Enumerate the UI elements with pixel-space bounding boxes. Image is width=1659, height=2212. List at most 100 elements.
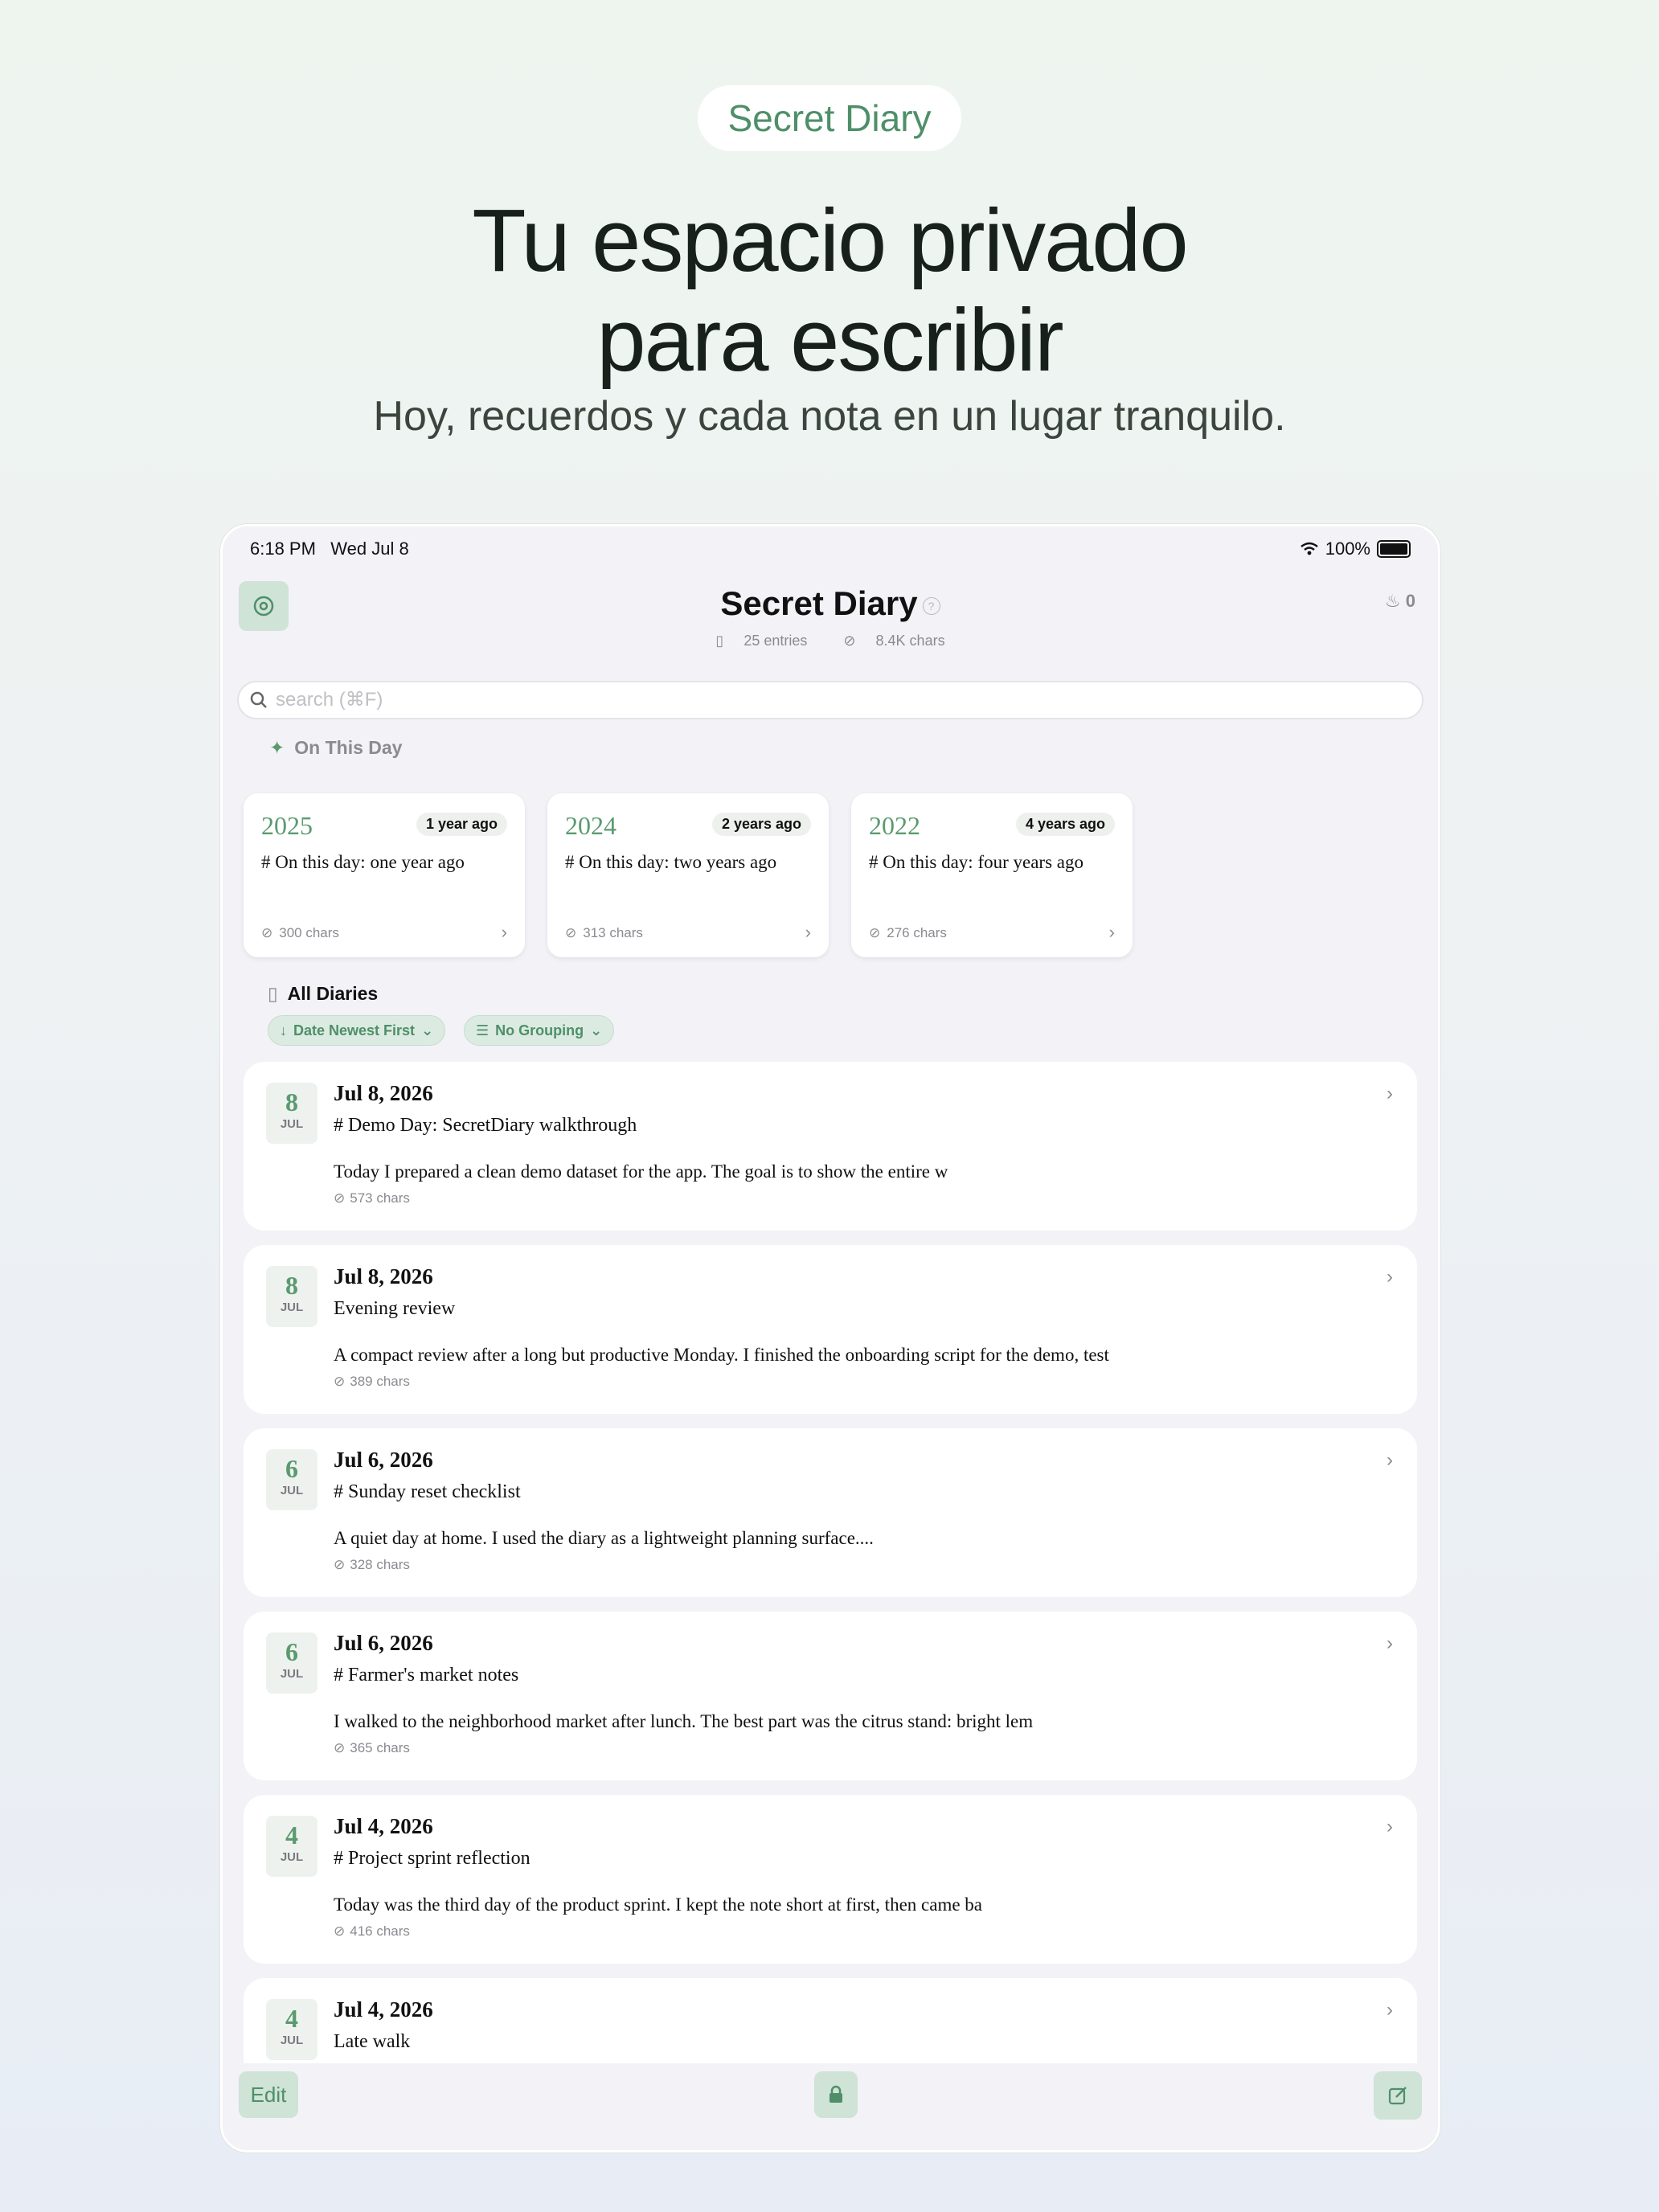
ipad-frame: 6:18 PM Wed Jul 8 100% Secret Diary? ▯ 2…	[220, 524, 1440, 2153]
entry-preview: A quiet day at home. I used the diary as…	[334, 1528, 874, 1548]
search-bar[interactable]	[237, 681, 1423, 719]
chevron-right-icon: ›	[1108, 922, 1115, 942]
status-date: Wed Jul 8	[330, 539, 409, 559]
otd-ago-badge: 2 years ago	[711, 813, 811, 836]
entry-card[interactable]: 6 JUL Jul 6, 2026 # Farmer's market notes…	[244, 1612, 1417, 1780]
chevron-right-icon: ›	[501, 922, 507, 942]
entry-title: # Sunday reset checklist	[334, 1481, 521, 1502]
chars-icon: ⊘	[843, 633, 856, 649]
entry-date: Jul 8, 2026	[334, 1264, 433, 1288]
nav-stats: ▯ 25 entries ⊘ 8.4K chars	[223, 633, 1438, 649]
otd-chars: ⊘ 276 chars	[869, 925, 947, 941]
help-icon[interactable]: ?	[922, 596, 940, 615]
all-diaries-label: All Diaries	[287, 983, 379, 1004]
on-this-day-card[interactable]: 2025 1 year ago # On this day: one year …	[244, 793, 525, 957]
entry-chars-text: 389 chars	[350, 1374, 410, 1389]
battery-icon	[1377, 540, 1411, 558]
chevron-down-icon: ⌄	[590, 1022, 603, 1038]
otd-title: # On this day: four years ago	[869, 852, 1083, 872]
list-icon: ☰	[476, 1022, 490, 1038]
date-badge: 4 JUL	[266, 1999, 317, 2060]
entry-title: Evening review	[334, 1298, 456, 1319]
otd-chars: ⊘ 313 chars	[565, 925, 643, 941]
date-month: JUL	[280, 1301, 304, 1314]
on-this-day-card[interactable]: 2024 2 years ago # On this day: two year…	[547, 793, 829, 957]
status-right: 100%	[1300, 539, 1411, 559]
date-badge: 4 JUL	[266, 1816, 317, 1877]
entry-card[interactable]: 8 JUL Jul 8, 2026 # Demo Day: SecretDiary…	[244, 1062, 1417, 1231]
hero-title-line2: para escribir	[596, 291, 1063, 390]
chevron-down-icon: ⌄	[421, 1022, 434, 1038]
entry-chars-text: 365 chars	[350, 1740, 410, 1755]
date-day: 8	[285, 1088, 298, 1116]
sort-chip[interactable]: ↓ Date Newest First ⌄	[268, 1015, 446, 1046]
group-chip[interactable]: ☰ No Grouping ⌄	[464, 1015, 615, 1046]
entry-chars: ⊘ 416 chars	[334, 1923, 410, 1940]
entry-chars-text: 573 chars	[350, 1190, 410, 1206]
otd-chars: ⊘ 300 chars	[261, 925, 339, 941]
status-time: 6:18 PM	[250, 539, 316, 559]
search-input[interactable]	[274, 688, 1333, 712]
date-day: 6	[285, 1637, 298, 1666]
otd-ago-badge: 4 years ago	[1015, 813, 1115, 836]
entry-preview: Today I prepared a clean demo dataset fo…	[334, 1161, 948, 1182]
date-month: JUL	[280, 2034, 304, 2047]
streak-counter[interactable]: ♨ 0	[1385, 591, 1415, 612]
chevron-right-icon: ›	[1387, 1816, 1393, 1837]
otd-title: # On this day: two years ago	[565, 852, 777, 872]
date-badge: 8 JUL	[266, 1266, 317, 1327]
on-this-day-card[interactable]: 2022 4 years ago # On this day: four yea…	[851, 793, 1133, 957]
sort-chip-label: Date Newest First	[293, 1022, 416, 1038]
entry-date: Jul 6, 2026	[334, 1631, 433, 1655]
nav-title-text: Secret Diary	[720, 584, 918, 622]
entry-date: Jul 8, 2026	[334, 1081, 433, 1105]
app-name-badge: Secret Diary	[698, 85, 961, 151]
chevron-right-icon: ›	[805, 922, 811, 942]
chevron-right-icon: ›	[1387, 1266, 1393, 1288]
date-day: 4	[285, 2004, 298, 2033]
entry-card[interactable]: 8 JUL Jul 8, 2026 Evening review A compac…	[244, 1245, 1417, 1414]
hero-title: Tu espacio privado para escribir	[0, 191, 1659, 391]
entry-card[interactable]: 4 JUL Jul 4, 2026 # Project sprint reflec…	[244, 1795, 1417, 1964]
entry-title: # Project sprint reflection	[334, 1848, 530, 1869]
entry-chars: ⊘ 365 chars	[334, 1740, 410, 1756]
book-icon: ▯	[268, 983, 278, 1004]
entry-title: Late walk	[334, 2031, 411, 2052]
book-icon: ▯	[715, 633, 724, 649]
chevron-right-icon: ›	[1387, 1632, 1393, 1654]
battery-percent: 100%	[1325, 539, 1370, 559]
hero-subtitle: Hoy, recuerdos y cada nota en un lugar t…	[373, 393, 1286, 440]
entry-preview: I walked to the neighborhood market afte…	[334, 1711, 1034, 1731]
entry-date: Jul 4, 2026	[334, 1997, 433, 2022]
search-icon	[250, 691, 267, 708]
entry-date: Jul 6, 2026	[334, 1448, 433, 1472]
entry-date: Jul 4, 2026	[334, 1814, 433, 1838]
otd-chars-text: 313 chars	[583, 925, 643, 940]
entry-chars-text: 328 chars	[350, 1557, 410, 1572]
chars-icon: ⊘	[334, 1374, 346, 1389]
entry-chars: ⊘ 573 chars	[334, 1190, 410, 1206]
compose-button[interactable]	[1374, 2071, 1422, 2120]
entry-chars: ⊘ 328 chars	[334, 1557, 410, 1573]
otd-chars-text: 276 chars	[887, 925, 947, 940]
entry-title: # Demo Day: SecretDiary walkthrough	[334, 1115, 637, 1136]
edit-button[interactable]: Edit	[239, 2071, 298, 2118]
date-month: JUL	[280, 1850, 304, 1864]
arrow-down-icon: ↓	[280, 1022, 287, 1038]
date-badge: 8 JUL	[266, 1083, 317, 1144]
sparkle-icon: ✦	[269, 737, 285, 758]
streak-value: 0	[1405, 591, 1415, 611]
wifi-icon	[1300, 542, 1318, 555]
group-chip-label: No Grouping	[495, 1022, 584, 1038]
date-badge: 6 JUL	[266, 1449, 317, 1510]
date-day: 8	[285, 1271, 298, 1300]
entries-count: 25 entries	[743, 633, 808, 649]
status-left: 6:18 PM Wed Jul 8	[250, 539, 1300, 559]
date-badge: 6 JUL	[266, 1632, 317, 1694]
chars-icon: ⊘	[334, 1557, 346, 1572]
entry-card[interactable]: 6 JUL Jul 6, 2026 # Sunday reset checklis…	[244, 1428, 1417, 1597]
entry-title: # Farmer's market notes	[334, 1665, 519, 1686]
date-month: JUL	[280, 1484, 304, 1497]
bottom-toolbar: Edit	[223, 2063, 1438, 2150]
lock-button[interactable]	[814, 2071, 858, 2118]
